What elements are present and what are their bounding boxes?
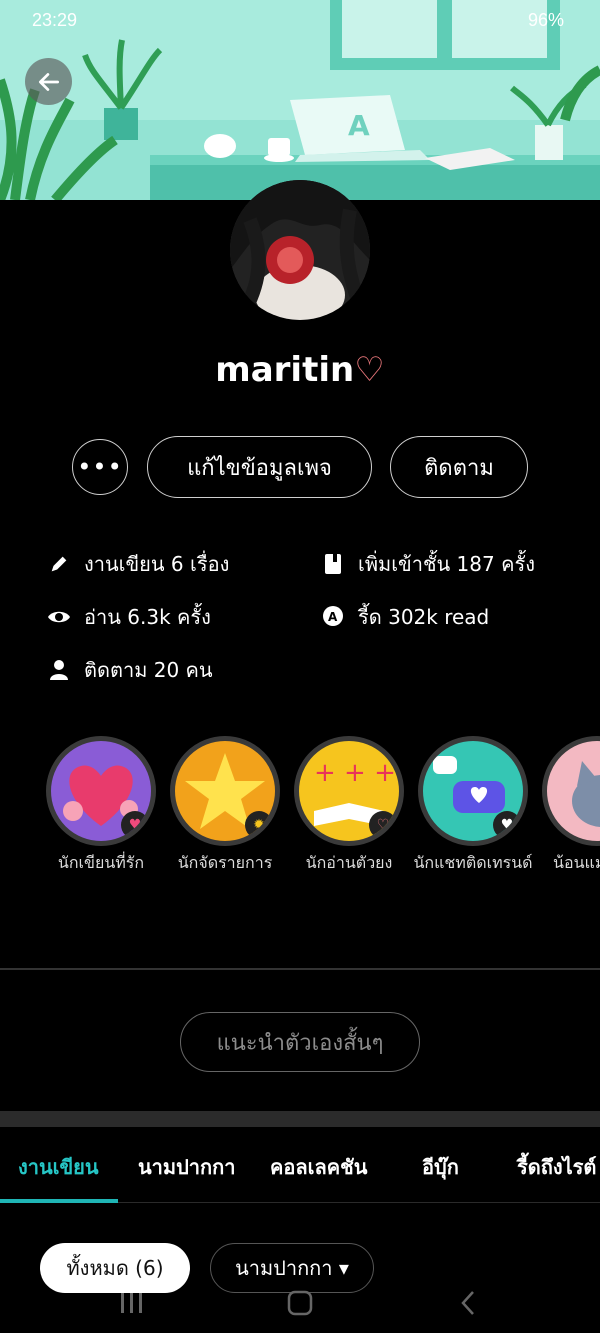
tab-active-indicator [0,1199,118,1203]
username-text: maritin [215,350,355,390]
tab-works[interactable]: งานเขียน [18,1151,99,1183]
readawrite-logo-icon: A [320,604,346,630]
chat-badge-icon: ♥ [418,736,528,846]
tab-ebooks[interactable]: อีบุ๊ก [422,1151,459,1183]
follow-button[interactable]: ติดตาม [390,436,528,498]
stat-read-points-label: รี้ด 302k read [358,605,490,629]
status-bar: 23:29 96% [0,8,600,38]
tab-collections[interactable]: คอลเลคชัน [270,1151,367,1183]
back-nav-icon[interactable] [448,1283,488,1323]
badges-row: ♥ นักเขียนที่รัก ✹ นักจัดรายการ + + + ♡ … [40,736,600,896]
pencil-icon [46,551,72,577]
book-badge-icon: + + + ♡ [294,736,404,846]
stat-followers: ติดตาม 20 คน [46,654,213,686]
cat-badge-icon [542,736,600,846]
svg-text:A: A [328,610,338,624]
status-time: 23:29 [32,10,78,30]
stat-followers-label: ติดตาม 20 คน [84,658,213,682]
book-icon [320,551,346,577]
more-options-button[interactable]: ••• [72,439,128,495]
section-separator [0,1111,600,1127]
system-nav-bar [0,1273,600,1333]
badge-cat-lover[interactable]: น้อนแมวเลิฟ [536,736,600,874]
heart-icon: ♡ [354,350,385,390]
arrow-left-icon [38,72,59,91]
svg-text:A: A [348,109,370,142]
person-icon [46,657,72,683]
badge-label: นักจัดรายการ [177,853,273,872]
stat-reads: อ่าน 6.3k ครั้ง [46,601,211,633]
profile-tabs: งานเขียน นามปากกา คอลเลคชัน อีบุ๊ก รี้ดถ… [0,1127,600,1203]
badge-curator[interactable]: ✹ นักจัดรายการ [164,736,286,874]
short-intro-button[interactable]: แนะนำตัวเองสั้นๆ [180,1012,420,1072]
badge-label: นักแชทติดเทรนด์ [413,853,533,872]
tab-reader-to-writer[interactable]: รี้ดถึงไรต์ [517,1151,596,1183]
stat-works-label: งานเขียน 6 เรื่อง [84,552,230,576]
badge-label: นักเขียนที่รัก [57,853,145,872]
back-button[interactable] [25,58,72,105]
badge-label: นักอ่านตัวยง [305,853,393,872]
badge-avid-reader[interactable]: + + + ♡ นักอ่านตัวยง [288,736,410,874]
badge-label: น้อนแมวเลิฟ [553,853,600,872]
stat-added-label: เพิ่มเข้าชั้น 187 ครั้ง [358,552,535,576]
eye-icon [46,604,72,630]
status-battery: 96% [527,10,564,30]
edit-page-button[interactable]: แก้ไขข้อมูลเพจ [147,436,372,498]
svg-text:+ + +: + + + [314,758,396,788]
badge-favorite-writer[interactable]: ♥ นักเขียนที่รัก [40,736,162,874]
stat-reads-label: อ่าน 6.3k ครั้ง [84,605,211,629]
stat-added: เพิ่มเข้าชั้น 187 ครั้ง [320,548,535,580]
divider [0,968,600,970]
stat-read-points: A รี้ด 302k read [320,601,489,633]
recent-apps-icon[interactable] [112,1283,152,1323]
tab-pen-names[interactable]: นามปากกา [138,1151,235,1183]
badge-trend-chatter[interactable]: ♥ นักแชทติดเทรนด์ [412,736,534,874]
username: maritin♡ [0,350,600,390]
avatar[interactable] [230,180,370,320]
home-icon[interactable] [280,1283,320,1323]
star-badge-icon: ✹ [170,736,280,846]
stat-works: งานเขียน 6 เรื่อง [46,548,229,580]
heart-badge-icon: ♥ [46,736,156,846]
